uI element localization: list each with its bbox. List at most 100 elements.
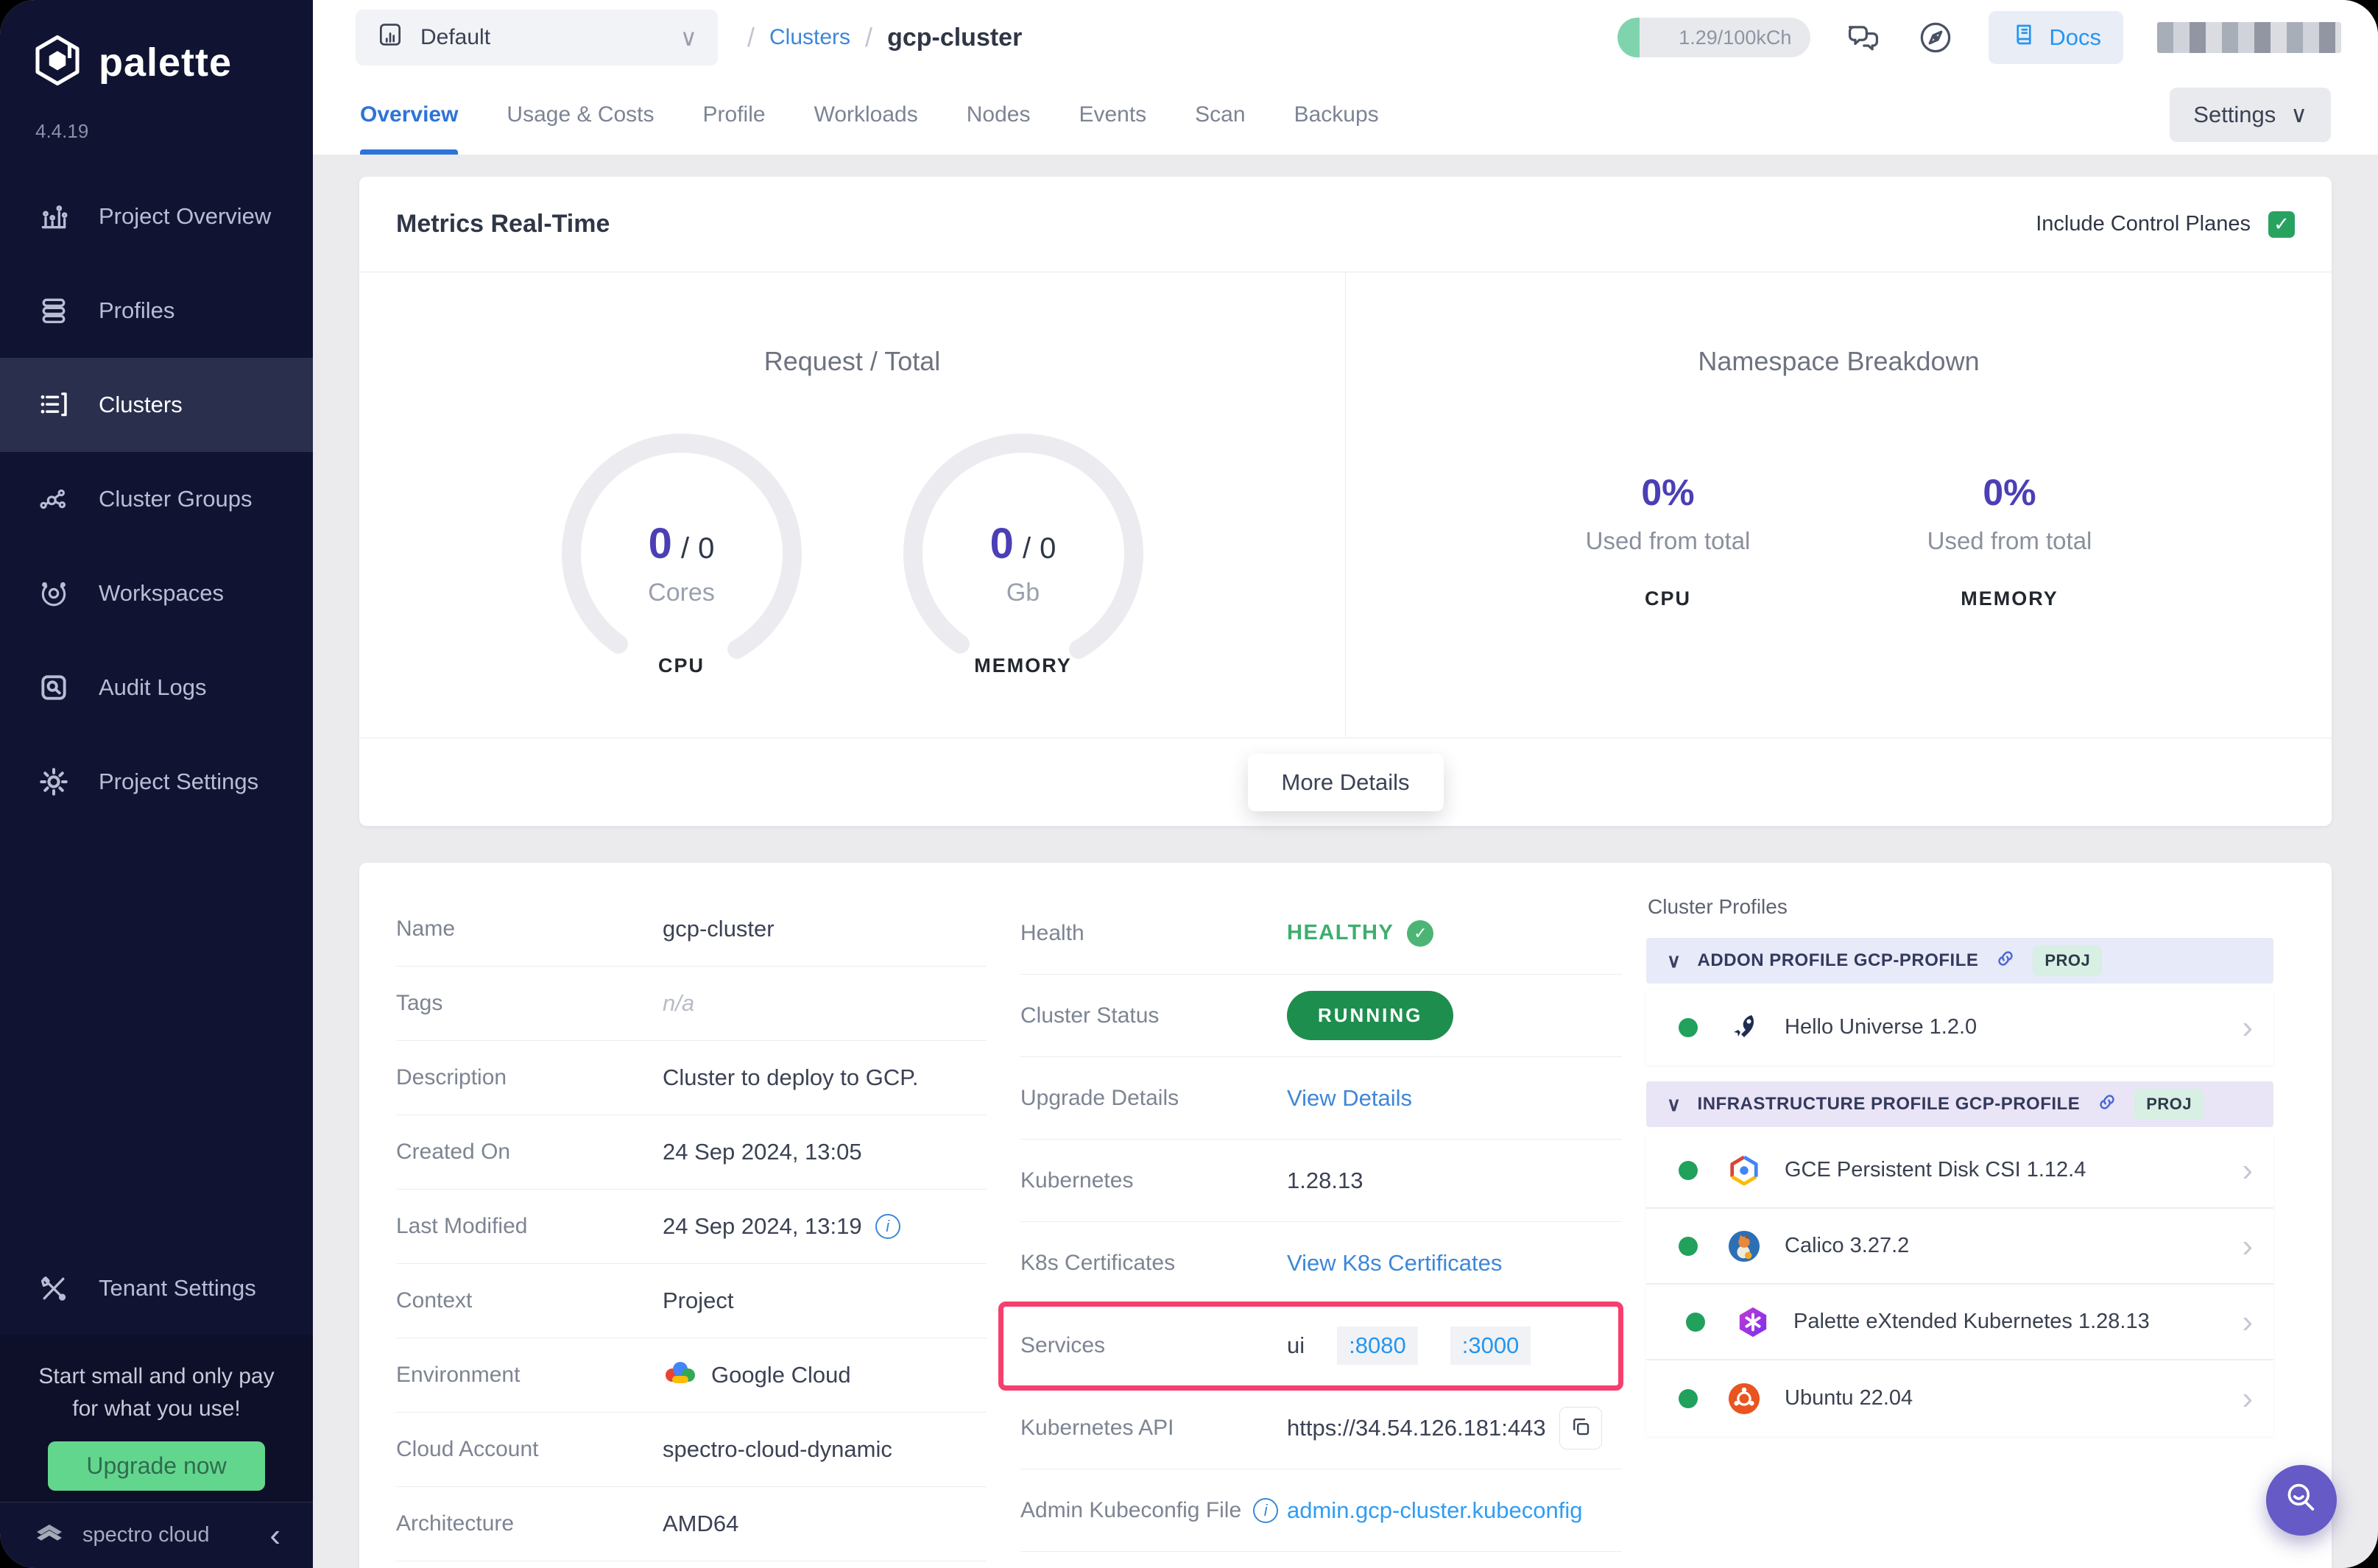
tab-usage-costs[interactable]: Usage & Costs [507, 75, 654, 155]
version-label: 4.4.19 [35, 120, 89, 142]
sidebar-item-project-settings[interactable]: Project Settings [0, 735, 313, 829]
namespace-cpu-caption: Used from total [1585, 527, 1751, 554]
status-row-services: Services ui :8080 :3000 [998, 1302, 1623, 1391]
user-account-name-redacted[interactable] [2157, 22, 2341, 53]
detail-row-description: Description Cluster to deploy to GCP. [396, 1041, 987, 1115]
chevron-right-icon: › [2242, 1380, 2253, 1416]
orbit-icon [37, 576, 71, 610]
profile-item-name: Palette eXtended Kubernetes 1.28.13 [1793, 1310, 2150, 1333]
tab-scan[interactable]: Scan [1195, 75, 1245, 155]
detail-label: Created On [396, 1140, 511, 1164]
more-details-button[interactable]: More Details [1247, 753, 1444, 811]
brand-name: spectro cloud [82, 1523, 210, 1547]
detail-row-created-on: Created On 24 Sep 2024, 13:05 [396, 1115, 987, 1190]
addon-profile-items: Hello Universe 1.2.0 › [1646, 989, 2273, 1065]
sidebar-item-audit-logs[interactable]: Audit Logs [0, 640, 313, 735]
pxk-icon [1736, 1305, 1770, 1339]
tab-events[interactable]: Events [1079, 75, 1146, 155]
kubeconfig-download-link[interactable]: admin.gcp-cluster.kubeconfig [1287, 1497, 1583, 1524]
service-port-3000-link[interactable]: :3000 [1450, 1326, 1531, 1365]
include-control-planes-label: Include Control Planes [2036, 212, 2251, 236]
metrics-title: Metrics Real-Time [396, 210, 610, 238]
sidebar-footer: spectro cloud ‹ [0, 1502, 313, 1568]
view-details-link[interactable]: View Details [1287, 1085, 1412, 1112]
namespace-breakdown-title: Namespace Breakdown [1698, 346, 1980, 376]
logo: palette [0, 0, 313, 91]
cluster-settings-button[interactable]: Settings ∨ [2170, 88, 2331, 142]
project-selector[interactable]: Default ∨ [356, 10, 718, 66]
profile-item-ubuntu[interactable]: Ubuntu 22.04 › [1646, 1360, 2273, 1436]
explore-compass-icon[interactable] [1916, 18, 1955, 57]
profile-item-calico[interactable]: Calico 3.27.2 › [1646, 1209, 2273, 1285]
detail-value: Cluster to deploy to GCP. [663, 1064, 919, 1090]
tab-overview[interactable]: Overview [360, 75, 459, 155]
copy-api-url-button[interactable] [1559, 1406, 1602, 1449]
memory-request-value: 0 [989, 520, 1014, 568]
status-dot-green [1679, 1236, 1698, 1256]
memory-total-value: 0 [1040, 532, 1056, 565]
profile-item-gce-disk[interactable]: GCE Persistent Disk CSI 1.12.4 › [1646, 1133, 2273, 1209]
breadcrumb-clusters-link[interactable]: Clusters [769, 25, 850, 50]
status-row-k8s-certificates: K8s Certificates View K8s Certificates [1020, 1222, 1622, 1304]
status-dot-green [1679, 1388, 1698, 1408]
running-status-badge: RUNNING [1287, 991, 1454, 1040]
profile-item-pxk[interactable]: Palette eXtended Kubernetes 1.28.13 › [1646, 1285, 2273, 1360]
profile-item-name: Calico 3.27.2 [1785, 1234, 1910, 1257]
infrastructure-profile-name: INFRASTRUCTURE PROFILE GCP-PROFILE [1697, 1094, 2081, 1114]
topbar-actions: 1.29/100kCh Docs [1617, 11, 2341, 64]
detail-row-cloud-account: Cloud Account spectro-cloud-dynamic [396, 1413, 987, 1487]
status-label: K8s Certificates [1020, 1250, 1176, 1275]
addon-profile-header[interactable]: ∨ ADDON PROFILE GCP-PROFILE PROJ [1646, 938, 2273, 983]
detail-label: Description [396, 1065, 507, 1090]
sidebar-item-workspaces[interactable]: Workspaces [0, 546, 313, 640]
status-label: Admin Kubeconfig File [1020, 1497, 1242, 1522]
cpu-request-value: 0 [648, 520, 672, 568]
credits-value: 1.29/100kCh [1679, 26, 1792, 49]
calico-icon [1727, 1229, 1761, 1263]
sidebar-item-cluster-groups[interactable]: Cluster Groups [0, 452, 313, 546]
request-total-panel: Request / Total 0 / 0 Cores CPU 0 / 0 Gb… [359, 272, 1345, 737]
support-search-fab[interactable] [2266, 1465, 2337, 1536]
include-control-planes-checkbox[interactable]: ✓ [2268, 211, 2295, 238]
tab-backups[interactable]: Backups [1294, 75, 1379, 155]
layers-icon [37, 294, 71, 328]
sidebar-item-clusters[interactable]: Clusters [0, 358, 313, 452]
cpu-gauge-label: CPU [657, 654, 705, 677]
sidebar-item-profiles[interactable]: Profiles [0, 264, 313, 358]
sidebar-item-label: Profiles [99, 297, 175, 323]
bar-chart-icon [37, 199, 71, 233]
collapse-sidebar-icon[interactable]: ‹ [269, 1519, 281, 1552]
infrastructure-profile-header[interactable]: ∨ INFRASTRUCTURE PROFILE GCP-PROFILE PRO… [1646, 1081, 2273, 1127]
tab-workloads[interactable]: Workloads [814, 75, 918, 155]
feedback-chat-icon[interactable] [1844, 18, 1883, 57]
sidebar-item-project-overview[interactable]: Project Overview [0, 169, 313, 264]
sidebar-item-label: Audit Logs [99, 674, 207, 700]
chevron-down-icon: ∨ [680, 24, 697, 51]
info-icon[interactable]: i [1253, 1497, 1279, 1523]
cpu-unit: Cores [648, 579, 715, 607]
tab-profile[interactable]: Profile [703, 75, 766, 155]
docs-button[interactable]: Docs [1989, 11, 2123, 64]
tab-nodes[interactable]: Nodes [967, 75, 1031, 155]
sidebar-item-label: Cluster Groups [99, 486, 253, 512]
detail-label: Environment [396, 1363, 521, 1387]
info-icon[interactable]: i [875, 1214, 900, 1239]
upgrade-now-button[interactable]: Upgrade now [48, 1441, 265, 1491]
proj-scope-badge: PROJ [2134, 1089, 2204, 1120]
sidebar-item-tenant-settings[interactable]: Tenant Settings [0, 1241, 313, 1335]
status-label: Services [1020, 1332, 1106, 1357]
status-dot-green [1679, 1160, 1698, 1180]
link-icon [1994, 947, 2017, 975]
detail-value: 24 Sep 2024, 13:05 [663, 1139, 862, 1165]
status-label: Kubernetes API [1020, 1415, 1174, 1440]
view-k8s-certificates-link[interactable]: View K8s Certificates [1287, 1250, 1502, 1276]
service-port-8080-link[interactable]: :8080 [1337, 1326, 1418, 1365]
profile-item-hello-universe[interactable]: Hello Universe 1.2.0 › [1646, 989, 2273, 1065]
check-icon: ✓ [2273, 213, 2290, 235]
detail-label: Tags [396, 991, 443, 1015]
proj-scope-badge: PROJ [2033, 945, 2103, 976]
detail-row-name: Name gcp-cluster [396, 892, 987, 967]
app-window: palette 4.4.19 Project Overview Profiles… [0, 0, 2378, 1568]
fraction-separator: / [1022, 532, 1031, 565]
memory-unit: Gb [1006, 579, 1040, 607]
